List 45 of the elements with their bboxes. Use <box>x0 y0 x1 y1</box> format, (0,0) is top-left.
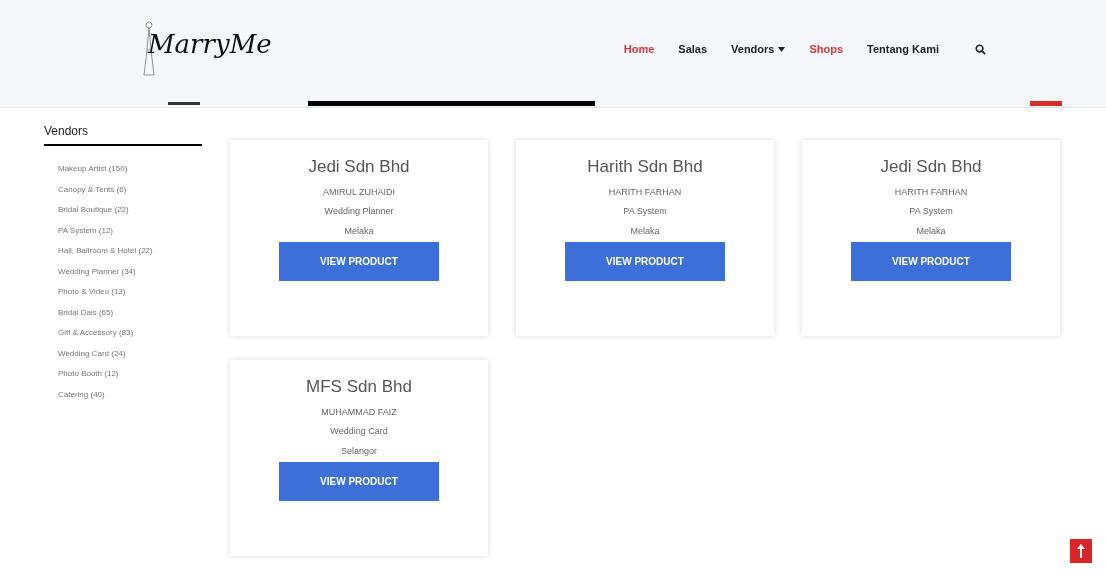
category-text: Wedding Card <box>330 425 388 438</box>
category-link[interactable]: Bridal Boutique (22) <box>58 204 202 216</box>
logo-text: MarryMe <box>148 27 272 61</box>
nav-link[interactable]: Vendors <box>731 41 786 58</box>
caret-icon <box>778 47 786 53</box>
nav-link[interactable]: Shops <box>809 41 844 58</box>
shop-name: Harith Sdn Bhd <box>587 156 703 178</box>
category-link[interactable]: Canopy & Tents (6) <box>58 183 202 196</box>
category-link[interactable]: Photo Booth (12) <box>58 368 202 380</box>
category-link[interactable]: Wedding Card (24) <box>58 347 202 360</box>
sidebar-title: Vendors <box>44 122 202 146</box>
back-to-top-button[interactable] <box>1070 539 1092 563</box>
category-link[interactable]: Gift & Accessory (83) <box>58 327 202 339</box>
owner-name: MUHAMMAD FAIZ <box>321 405 397 419</box>
view-product-button[interactable]: VIEW PRODUCT <box>851 242 1011 281</box>
category-link[interactable]: Photo & Video (13) <box>58 286 202 298</box>
category-link[interactable]: Makeup Artist (150) <box>58 163 202 175</box>
location-text: Melaka <box>344 224 374 238</box>
category-text: PA System <box>623 205 667 218</box>
search-icon[interactable] <box>975 44 986 56</box>
view-product-button[interactable]: VIEW PRODUCT <box>565 242 725 281</box>
category-link[interactable]: Catering (40) <box>58 388 202 401</box>
accent-bar <box>1030 100 1062 106</box>
up-arrow-icon <box>1076 543 1086 559</box>
category-link[interactable]: Wedding Planner (34) <box>58 265 202 278</box>
shop-name: Jedi Sdn Bhd <box>880 156 982 178</box>
logo[interactable]: MarryMe <box>142 19 272 80</box>
nav-link[interactable]: Home <box>623 41 655 58</box>
view-product-button[interactable]: VIEW PRODUCT <box>279 242 439 281</box>
shop-name: MFS Sdn Bhd <box>306 376 412 398</box>
category-text: PA System <box>909 205 953 218</box>
category-link[interactable]: Hall, Ballroom & Hotel (22) <box>58 245 202 257</box>
location-text: Melaka <box>630 224 660 238</box>
category-text: Wedding Planner <box>324 205 394 218</box>
view-product-button[interactable]: VIEW PRODUCT <box>279 462 439 501</box>
location-text: Melaka <box>916 224 946 238</box>
owner-name: HARITH FARHAN <box>608 185 682 199</box>
owner-name: HARITH FARHAN <box>894 185 968 199</box>
location-text: Selangor <box>341 444 377 458</box>
nav-link[interactable]: Salas <box>678 41 708 58</box>
category-link[interactable]: PA System (12) <box>58 224 202 237</box>
shop-name: Jedi Sdn Bhd <box>308 156 410 178</box>
owner-name: AMIRUL ZUHAIDI <box>322 185 396 199</box>
nav-link[interactable]: Tentang Kami <box>867 41 939 58</box>
category-link[interactable]: Bridal Dais (65) <box>58 306 202 319</box>
